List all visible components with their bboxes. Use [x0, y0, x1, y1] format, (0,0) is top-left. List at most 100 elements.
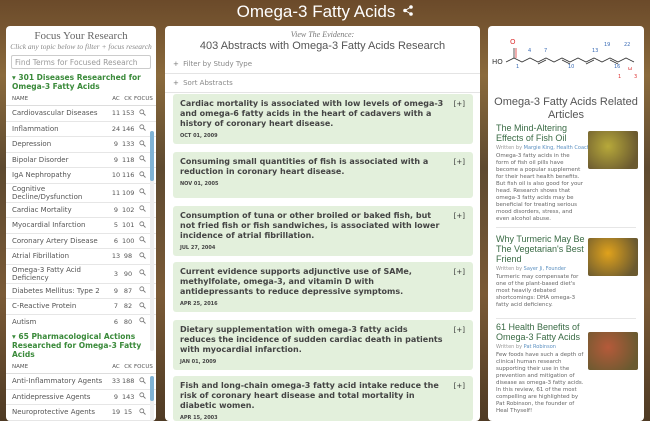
share-icon[interactable] — [403, 4, 414, 20]
abstract-card[interactable]: Cardiac mortality is associated with low… — [173, 94, 473, 144]
related-article[interactable]: The Mind-Altering Effects of Fish Oil Wri… — [496, 123, 640, 223]
table-row[interactable]: Inflammation 24 146 — [6, 122, 156, 137]
abstract-date: JUL 27, 2004 — [180, 245, 216, 251]
row-name: Diabetes Mellitus: Type 2 — [12, 286, 100, 295]
abstract-date: APR 25, 2016 — [180, 301, 218, 307]
table-row[interactable]: C-Reactive Protein 7 82 — [6, 299, 156, 315]
focus-search-icon[interactable] — [134, 109, 150, 118]
row-name: Cognitive Decline/Dysfunction — [12, 184, 83, 201]
diseases-heading[interactable]: ▾ 301 Diseases Researched for Omega-3 Fa… — [6, 69, 156, 93]
related-article-description: Omega-3 fatty acids in the form of fish … — [496, 153, 584, 222]
table-row[interactable]: Myocardial Infarction 5 101 — [6, 218, 156, 234]
focus-search-icon[interactable] — [134, 188, 150, 197]
table-row[interactable]: Anti-Inflammatory Agents 33 188 — [6, 374, 156, 390]
abstract-card[interactable]: Consumption of tuna or other broiled or … — [173, 206, 473, 256]
evidence-label: View The Evidence: — [290, 30, 355, 39]
filter-study-type[interactable]: + Filter by Study Type — [165, 55, 480, 74]
article-thumbnail[interactable] — [588, 238, 638, 276]
abstract-title[interactable]: Dietary supplementation with omega-3 fat… — [180, 325, 466, 355]
abstract-date: OCT 01, 2009 — [180, 133, 218, 139]
table-row[interactable]: Antidepressive Agents 9 143 — [6, 390, 156, 405]
focus-search-icon[interactable] — [134, 286, 150, 295]
abstract-card[interactable]: Dietary supplementation with omega-3 fat… — [173, 320, 473, 370]
focus-search-icon[interactable] — [134, 221, 150, 230]
focus-search-icon[interactable] — [134, 236, 150, 245]
expand-button[interactable]: [+] — [454, 212, 465, 220]
row-name: Coronary Artery Disease — [12, 236, 98, 245]
related-article-title[interactable]: The Mind-Altering Effects of Fish Oil — [496, 123, 588, 143]
row-ck: 153 — [122, 109, 135, 118]
table-row[interactable]: Omega-3 Fatty Acid Deficiency 3 90 — [6, 265, 156, 284]
table-row[interactable]: Cardiovascular Diseases 11 153 — [6, 106, 156, 122]
related-article[interactable]: Why Turmeric May Be The Vegetarian's Bes… — [496, 234, 640, 314]
related-article-description: Few foods have such a depth of clinical … — [496, 352, 584, 414]
author-link[interactable]: Sayer Ji, Founder — [524, 266, 566, 272]
table-row[interactable]: Atrial Fibrillation 13 98 — [6, 249, 156, 265]
row-name: Inflammation — [12, 124, 59, 133]
row-ac: 24 — [111, 124, 121, 133]
table-row[interactable]: IgA Nephropathy 10 116 — [6, 168, 156, 184]
row-ac: 6 — [113, 317, 119, 326]
focus-search-icon[interactable] — [134, 124, 150, 133]
molecule-label: 22 — [624, 42, 630, 48]
plus-icon: + — [173, 60, 179, 68]
related-article-title[interactable]: 61 Health Benefits of Omega-3 Fatty Acid… — [496, 322, 588, 342]
row-name: Omega-3 Fatty Acid Deficiency — [12, 265, 82, 282]
expand-button[interactable]: [+] — [454, 158, 465, 166]
sort-abstracts[interactable]: + Sort Abstracts — [165, 74, 480, 93]
focus-search-icon[interactable] — [134, 155, 150, 164]
row-ck: 102 — [122, 205, 135, 214]
focus-search-icon[interactable] — [134, 392, 150, 401]
row-name: Cardiac Mortality — [12, 205, 72, 214]
abstract-title[interactable]: Fish and long-chain omega-3 fatty acid i… — [180, 381, 466, 411]
molecule-label: 16 — [614, 64, 620, 70]
table-row[interactable]: Bipolar Disorder 9 118 — [6, 153, 156, 168]
col-ac: AC — [112, 364, 120, 370]
table-row[interactable]: Autism 6 80 — [6, 315, 156, 327]
focus-title: Focus Your Research — [34, 30, 128, 42]
agents-heading[interactable]: ▾ 65 Pharmacological Actions Researched … — [6, 328, 156, 361]
molecule-label: 19 — [604, 42, 610, 48]
related-article[interactable]: 61 Health Benefits of Omega-3 Fatty Acid… — [496, 322, 640, 421]
article-thumbnail[interactable] — [588, 332, 638, 370]
row-ac: 5 — [113, 221, 119, 230]
abstract-title[interactable]: Consumption of tuna or other broiled or … — [180, 211, 466, 241]
focus-search-icon[interactable] — [134, 302, 150, 311]
table-row[interactable]: Diabetes Mellitus: Type 2 9 87 — [6, 284, 156, 299]
focus-search-icon[interactable] — [134, 269, 150, 278]
col-focus: FOCUS — [134, 96, 153, 102]
author-link[interactable]: Margie King, Health Coach — [524, 145, 590, 151]
expand-button[interactable]: [+] — [454, 268, 465, 276]
row-name: Autism — [12, 317, 37, 326]
row-name: C-Reactive Protein — [12, 302, 77, 311]
focus-search-icon[interactable] — [134, 171, 150, 180]
diseases-scroll-thumb[interactable] — [150, 131, 154, 181]
abstract-card[interactable]: Current evidence supports adjunctive use… — [173, 262, 473, 312]
focus-search-icon[interactable] — [134, 377, 150, 386]
expand-button[interactable]: [+] — [454, 100, 465, 108]
focus-search-icon[interactable] — [134, 408, 150, 417]
abstract-card[interactable]: Consuming small quantities of fish is as… — [173, 152, 473, 198]
article-thumbnail[interactable] — [588, 131, 638, 169]
focus-search-icon[interactable] — [134, 140, 150, 149]
abstract-card[interactable]: Fish and long-chain omega-3 fatty acid i… — [173, 376, 473, 421]
abstract-title[interactable]: Consuming small quantities of fish is as… — [180, 157, 466, 177]
author-link[interactable]: Pat Robinson — [524, 344, 556, 350]
table-row[interactable]: Coronary Artery Disease 6 100 — [6, 234, 156, 249]
agents-heading-text: 65 Pharmacological Actions Researched fo… — [12, 332, 142, 359]
expand-button[interactable]: [+] — [454, 382, 465, 390]
expand-button[interactable]: [+] — [454, 326, 465, 334]
related-article-title[interactable]: Why Turmeric May Be The Vegetarian's Bes… — [496, 234, 588, 264]
table-row[interactable]: Cardiac Mortality 9 102 — [6, 203, 156, 218]
abstract-title[interactable]: Cardiac mortality is associated with low… — [180, 99, 466, 129]
table-row[interactable]: Depression 9 133 — [6, 137, 156, 153]
abstract-title[interactable]: Current evidence supports adjunctive use… — [180, 267, 466, 297]
table-row[interactable]: Cognitive Decline/Dysfunction 11 109 — [6, 184, 156, 203]
focus-search-icon[interactable] — [134, 205, 150, 214]
agents-scroll-thumb[interactable] — [150, 376, 154, 401]
byline-prefix: Written by — [496, 266, 523, 272]
table-row[interactable]: Neuroprotective Agents 19 15 — [6, 405, 156, 421]
focus-search-icon[interactable] — [134, 252, 150, 261]
focus-search-icon[interactable] — [134, 317, 150, 326]
terms-filter-input[interactable]: Find Terms for Focused Research — [11, 55, 151, 69]
